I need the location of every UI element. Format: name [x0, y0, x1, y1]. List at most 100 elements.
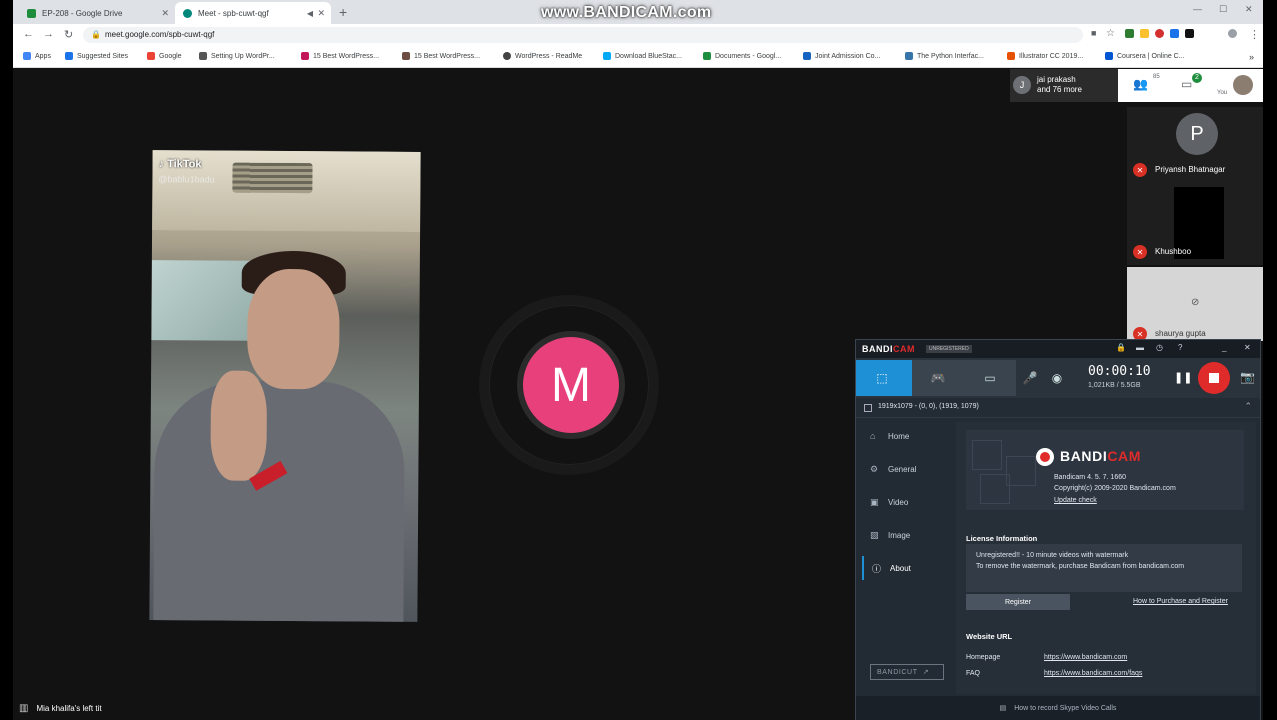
close-icon[interactable]: ✕: [1244, 343, 1251, 352]
participant-tile[interactable]: ✕ Khushboo: [1127, 185, 1263, 265]
minimize-icon[interactable]: _: [1222, 343, 1226, 352]
bandicam-sidebar: ⌂ Home ⚙ General ▣ Video ▧ Image ⓘ About: [862, 422, 948, 684]
extension-icon[interactable]: [1125, 29, 1134, 38]
area-text: 1919x1079 - (0, 0), (1919, 1079): [878, 403, 979, 410]
back-icon[interactable]: ←: [23, 28, 34, 40]
bookmark[interactable]: The Python Interfac...: [905, 52, 984, 60]
maximize-icon[interactable]: ☐: [1219, 4, 1227, 15]
folder-icon[interactable]: ▬: [1136, 343, 1144, 352]
record-timer: 00:00:10: [1088, 364, 1151, 379]
people-icon[interactable]: 👥: [1133, 77, 1148, 91]
chevron-up-icon[interactable]: ⌃: [1244, 401, 1252, 412]
presentation-icon: ▥: [19, 703, 29, 714]
bandicam-window: BANDICAM UNREGISTERED 🔒 ▬ ◷ ? _ ✕ ⬚ 🎮 ▭ …: [855, 339, 1261, 720]
tab-meet[interactable]: Meet - spb-cuwt-qgf ◀ ✕: [175, 2, 331, 24]
bookmark[interactable]: Apps: [23, 52, 51, 60]
how-to-purchase-link[interactable]: How to Purchase and Register: [1133, 598, 1228, 605]
bookmark[interactable]: Illustrator CC 2019...: [1007, 52, 1083, 60]
coursera-icon: [1105, 52, 1113, 60]
update-check-link[interactable]: Update check: [1054, 497, 1097, 504]
area-bar: 1919x1079 - (0, 0), (1919, 1079) ⌃: [856, 398, 1260, 418]
nav-about[interactable]: ⓘ About: [862, 556, 948, 580]
bookmark[interactable]: Joint Admission Co...: [803, 52, 880, 60]
url-field[interactable]: 🔒 meet.google.com/spb-cuwt-qgf: [83, 27, 1083, 43]
video-person-head: [246, 268, 340, 390]
participant-name: shaurya gupta: [1155, 329, 1206, 338]
bandicam-watermark: www.BANDICAM.com: [541, 4, 712, 21]
bookmark-icon: [65, 52, 73, 60]
bandicut-button[interactable]: BANDICUT ↗: [870, 664, 944, 680]
info-icon: ⓘ: [872, 563, 882, 574]
close-window-icon[interactable]: ✕: [1245, 4, 1253, 15]
self-avatar[interactable]: [1233, 75, 1253, 95]
bookmark[interactable]: Google: [147, 52, 182, 60]
screenshot-icon[interactable]: 📷: [1240, 370, 1255, 384]
bookmark[interactable]: Documents - Googl...: [703, 52, 781, 60]
hdmi-mode-button[interactable]: ▭: [964, 360, 1016, 396]
help-icon[interactable]: ?: [1178, 343, 1182, 352]
lock-icon[interactable]: 🔒: [91, 30, 101, 39]
nav-home[interactable]: ⌂ Home: [862, 424, 948, 448]
extension-icon[interactable]: [1140, 29, 1149, 38]
docs-icon: [703, 52, 711, 60]
reload-icon[interactable]: ↻: [64, 28, 73, 41]
webcam-icon[interactable]: ◉: [1042, 360, 1072, 396]
minimize-icon[interactable]: —: [1193, 4, 1202, 14]
bookmark-icon: [199, 52, 207, 60]
chat-icon[interactable]: ▭: [1181, 77, 1192, 91]
star-icon[interactable]: ☆: [1106, 28, 1115, 39]
camera-icon[interactable]: ■: [1091, 28, 1096, 38]
bookmark[interactable]: Suggested Sites: [65, 52, 128, 60]
bookmark[interactable]: 15 Best WordPress...: [402, 52, 480, 60]
bluestacks-icon: [603, 52, 611, 60]
unregistered-badge: UNREGISTERED: [926, 345, 972, 353]
address-bar-row: ← → ↻ 🔒 meet.google.com/spb-cuwt-qgf ■ ☆…: [13, 24, 1263, 46]
participant-tile[interactable]: P ✕ Priyansh Bhatnagar: [1127, 107, 1263, 185]
close-icon[interactable]: ✕: [161, 8, 169, 19]
faq-link[interactable]: https://www.bandicam.com/faqs: [1044, 670, 1142, 677]
bandicam-toolbar: ⬚ 🎮 ▭ 🎤 ◉ 00:00:10 1,021KB / 5.5GB ❚❚ 📷: [856, 358, 1260, 398]
python-icon: [905, 52, 913, 60]
drive-extension-icon[interactable]: [1170, 29, 1179, 38]
mic-icon[interactable]: 🎤: [1020, 360, 1040, 396]
mic-off-icon: ✕: [1133, 245, 1147, 259]
forward-icon[interactable]: →: [43, 28, 54, 40]
speaker-icon[interactable]: ◀: [307, 9, 313, 18]
bookmark[interactable]: Setting Up WordPr...: [199, 52, 275, 60]
bookmark[interactable]: Coursera | Online C...: [1105, 52, 1185, 60]
participant-tile[interactable]: ⊘ ✕ shaurya gupta: [1127, 267, 1263, 341]
bandicam-footer[interactable]: ▤ How to record Skype Video Calls: [856, 696, 1260, 720]
homepage-link[interactable]: https://www.bandicam.com: [1044, 654, 1127, 661]
stop-record-button[interactable]: [1198, 362, 1230, 394]
presenter-chip[interactable]: J jai prakash and 76 more: [1010, 69, 1118, 102]
screen-mode-button[interactable]: ⬚: [856, 360, 908, 396]
version-info: Bandicam 4. 5. 7. 1660 Copyright(c) 2009…: [1054, 474, 1176, 492]
extension-icon[interactable]: [1185, 29, 1194, 38]
pause-icon[interactable]: ❚❚: [1174, 371, 1192, 384]
meet-top-panel: J jai prakash and 76 more 👥 85 ▭ 2 You: [1010, 69, 1263, 102]
more-bookmarks-icon[interactable]: »: [1249, 52, 1254, 62]
participant-avatar: P: [1176, 113, 1218, 155]
opera-icon[interactable]: [1155, 29, 1164, 38]
nav-general[interactable]: ⚙ General: [862, 457, 948, 481]
clock-icon[interactable]: ◷: [1156, 343, 1163, 352]
bookmark[interactable]: 15 Best WordPress...: [301, 52, 379, 60]
bookmark[interactable]: Download BlueStac...: [603, 52, 682, 60]
left-notice: ▥ Mia khalifa's left tit: [19, 703, 102, 714]
area-checkbox[interactable]: [864, 404, 872, 412]
bookmark[interactable]: WordPress - ReadMe: [503, 52, 582, 60]
game-mode-button[interactable]: 🎮: [912, 360, 964, 396]
profile-icon[interactable]: [1228, 29, 1237, 38]
people-count: 85: [1153, 74, 1160, 80]
close-icon[interactable]: ✕: [317, 8, 325, 19]
lock-icon[interactable]: 🔒: [1116, 343, 1126, 352]
nav-image[interactable]: ▧ Image: [862, 523, 948, 547]
tab-google-drive[interactable]: EP-208 - Google Drive ✕: [19, 2, 175, 24]
drive-icon: [27, 8, 36, 18]
bandicam-record-logo: [1036, 448, 1054, 466]
nav-video[interactable]: ▣ Video: [862, 490, 948, 514]
register-button[interactable]: Register: [966, 594, 1070, 610]
new-tab-button[interactable]: +: [339, 4, 347, 20]
menu-icon[interactable]: ⋮: [1249, 28, 1260, 41]
mode-dropdown-button[interactable]: [904, 360, 912, 396]
